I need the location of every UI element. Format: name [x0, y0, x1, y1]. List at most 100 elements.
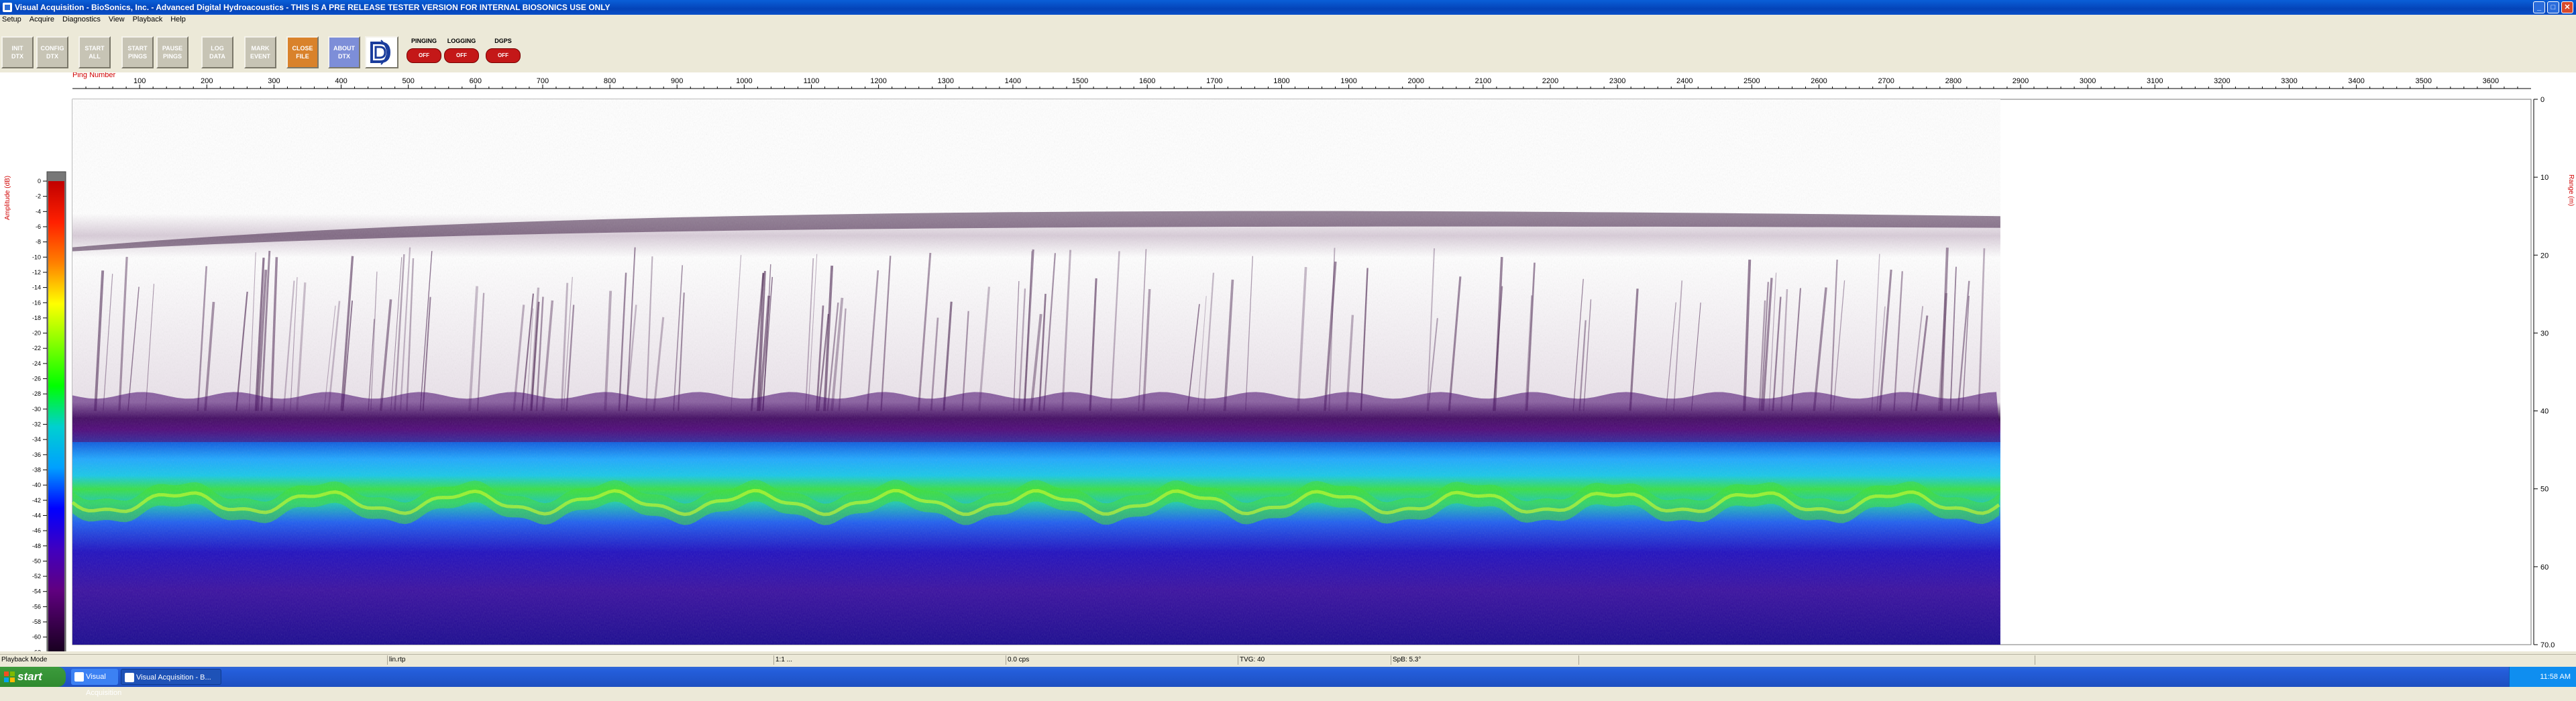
colorbar-tick-label: -54: [32, 588, 41, 595]
dgps-indicator: DGPS OFF: [484, 36, 522, 68]
status-panel-7: [1579, 655, 2035, 665]
x-tick-label: 2100: [1475, 77, 1491, 85]
right-tick-label: 30: [2540, 329, 2548, 337]
colorbar-tick-label: -28: [32, 390, 41, 397]
colorbar-tick-label: -46: [32, 527, 41, 534]
taskbar-item-visual-acquisition[interactable]: Visual Acquisition: [71, 669, 121, 697]
status-mode: Playback Mode: [0, 655, 388, 665]
colorbar-tick-label: -44: [32, 512, 41, 519]
x-tick-label: 700: [537, 77, 549, 85]
right-tick-label: 40: [2540, 408, 2548, 416]
dgps-label: DGPS: [494, 38, 512, 44]
init-dtx-button[interactable]: INIT DTX: [1, 36, 34, 68]
menu-setup[interactable]: Setup: [0, 15, 26, 23]
x-tick-label: 1900: [1340, 77, 1356, 85]
x-tick-label: 300: [268, 77, 280, 85]
config-dtx-button[interactable]: CONFIG DTX: [36, 36, 68, 68]
echo-grain: [72, 99, 2000, 645]
close-button[interactable]: ✕: [2561, 1, 2573, 13]
about-dtx-button[interactable]: ABOUT DTX: [328, 36, 360, 68]
right-end-label: 70.0: [2540, 641, 2555, 649]
right-tick-label: 20: [2540, 252, 2548, 260]
x-tick-label: 3400: [2348, 77, 2364, 85]
x-tick-label: 2000: [1407, 77, 1424, 85]
start-all-button[interactable]: START ALL: [78, 36, 111, 68]
x-tick-label: 200: [201, 77, 213, 85]
colorbar-tick-label: -34: [32, 436, 41, 443]
menu-bar: Setup Acquire Diagnostics View Playback Help: [0, 15, 2576, 24]
status-spb: SpB: 5.3°: [1391, 655, 1579, 665]
biosonics-logo-icon[interactable]: [365, 36, 398, 68]
colorbar-tick-label: -38: [32, 466, 41, 473]
app-taskbar-icon: [125, 673, 134, 682]
system-tray: 11:58 AM: [2509, 667, 2576, 687]
menu-help[interactable]: Help: [167, 15, 191, 23]
x-tick-label: 3000: [2080, 77, 2096, 85]
status-file: lin.rtp: [388, 655, 774, 665]
minimize-button[interactable]: _: [2533, 1, 2545, 13]
colorbar-tick-label: -26: [32, 376, 41, 382]
log-data-button[interactable]: LOG DATA: [201, 36, 233, 68]
taskbar: start Visual Acquisition Visual Acquisit…: [0, 667, 2576, 697]
x-tick-label: 1100: [804, 77, 820, 85]
x-tick-label: 1200: [870, 77, 886, 85]
x-tick-label: 2900: [2012, 77, 2029, 85]
x-tick-label: 100: [133, 77, 146, 85]
x-tick-label: 2300: [1609, 77, 1625, 85]
x-tick-label: 1600: [1139, 77, 1155, 85]
menu-playback[interactable]: Playback: [129, 15, 168, 23]
colorbar-tick-label: -50: [32, 557, 41, 564]
taskbar-item-label: Visual Acquisition - B...: [136, 673, 211, 682]
colorbar-tick-label: -22: [32, 345, 41, 352]
status-rate: 0.0 cps: [1006, 655, 1238, 665]
close-file-button[interactable]: CLOSE FILE: [286, 36, 319, 68]
x-tick-label: 600: [470, 77, 482, 85]
colorbar-tick-label: -62: [32, 649, 41, 651]
x-tick-label: 1700: [1206, 77, 1222, 85]
colorbar-tick-label: 0: [38, 178, 41, 184]
maximize-button[interactable]: □: [2547, 1, 2559, 13]
x-tick-label: 1000: [736, 77, 752, 85]
right-tick-label: 50: [2540, 486, 2548, 494]
start-pings-button[interactable]: START PINGS: [121, 36, 154, 68]
mark-event-button[interactable]: MARK EVENT: [244, 36, 276, 68]
x-tick-label: 2600: [1811, 77, 1827, 85]
colorbar: 0 -2 -4 -6 -8 -10 -12 -14 -16 -18 -20 -22 -24 -26 -28 -…: [32, 171, 66, 651]
colorbar-tick-label: -32: [32, 421, 41, 428]
taskbar-item-visual-acquisition-window[interactable]: Visual Acquisition - B...: [121, 669, 221, 685]
status-bar: Playback Mode lin.rtp 1:1 ... 0.0 cps TV…: [0, 654, 2576, 665]
x-tick-label: 2800: [1945, 77, 1962, 85]
menu-diagnostics[interactable]: Diagnostics: [59, 15, 105, 23]
logging-label: LOGGING: [447, 38, 476, 44]
status-panel-8: [2035, 655, 2576, 665]
start-button[interactable]: start: [0, 667, 66, 687]
pause-pings-button[interactable]: PAUSE PINGS: [156, 36, 189, 68]
colorbar-tick-label: -40: [32, 482, 41, 488]
x-tick-label: 3600: [2483, 77, 2499, 85]
right-tick-label: 10: [2540, 174, 2548, 182]
x-tick-label: 900: [671, 77, 683, 85]
status-tvg: TVG: 40: [1238, 655, 1391, 665]
x-tick-label: 1800: [1273, 77, 1289, 85]
colorbar-tick-label: -16: [32, 299, 41, 306]
colorbar-tick-label: -6: [36, 223, 41, 230]
status-ratio: 1:1 ...: [774, 655, 1006, 665]
x-tick-label: 1500: [1072, 77, 1088, 85]
menu-view[interactable]: View: [105, 15, 129, 23]
app-taskbar-icon: [74, 672, 84, 682]
logging-lamp-icon: OFF: [444, 48, 479, 63]
title-bar: Visual Acquisition - BioSonics, Inc. - A…: [0, 0, 2576, 15]
window-title: Visual Acquisition - BioSonics, Inc. - A…: [15, 3, 610, 12]
dgps-lamp-icon: OFF: [486, 48, 521, 63]
colorbar-tick-label: -60: [32, 634, 41, 641]
colorbar-tick-label: -36: [32, 451, 41, 458]
tray-clock: 11:58 AM: [2540, 673, 2571, 681]
echogram-data: [71, 99, 2000, 645]
echogram-chart[interactable]: 0 -2 -4 -6 -8 -10 -12 -14 -16 -18 -20 -22 -24 -26 -28 -…: [0, 72, 2576, 651]
x-tick-label: 400: [335, 77, 347, 85]
menu-acquire[interactable]: Acquire: [26, 15, 59, 23]
x-tick-label: 2200: [1542, 77, 1558, 85]
colorbar-tick-label: -30: [32, 406, 41, 413]
x-tick-label: 2500: [1743, 77, 1760, 85]
colorbar-axis-label: Amplitude (dB): [4, 176, 11, 220]
